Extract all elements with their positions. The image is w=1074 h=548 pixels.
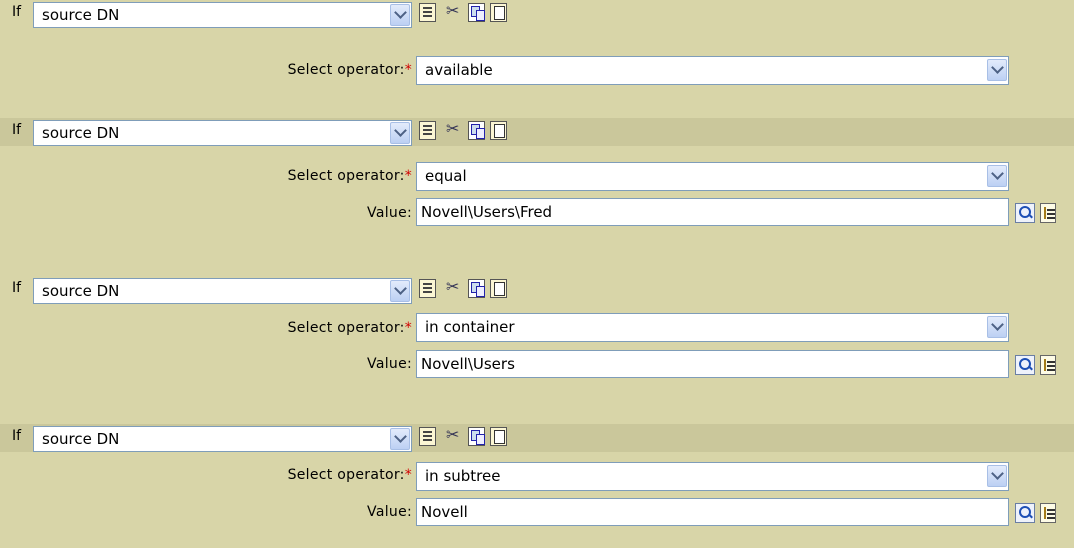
value-input-text: Novell\Users [421, 355, 515, 373]
chevron-down-icon[interactable] [390, 4, 410, 26]
cut-icon[interactable] [446, 425, 463, 446]
value-label: Value: [367, 504, 412, 520]
value-input-text: Novell [421, 503, 468, 521]
properties-icon[interactable] [419, 121, 436, 140]
properties-icon[interactable] [419, 3, 436, 22]
source-select[interactable]: source DN [33, 2, 412, 28]
operator-label: Select operator:* [287, 320, 412, 336]
chevron-down-icon[interactable] [987, 165, 1007, 187]
search-icon[interactable] [1015, 503, 1035, 523]
condition-block-2: If source DN Select operator:* equal Val… [0, 118, 1074, 266]
operator-select[interactable]: equal [416, 162, 1009, 191]
value-input[interactable]: Novell\Users\Fred [416, 198, 1009, 226]
source-select-value: source DN [42, 124, 120, 142]
browse-tree-icon[interactable] [1040, 203, 1056, 223]
operator-select[interactable]: available [416, 56, 1009, 85]
source-select-value: source DN [42, 430, 120, 448]
condition-block-3: If source DN Select operator:* in contai… [0, 266, 1074, 406]
paste-icon[interactable] [490, 3, 507, 22]
cut-icon[interactable] [446, 277, 463, 298]
search-icon[interactable] [1015, 355, 1035, 375]
if-label: If [12, 4, 22, 20]
source-select[interactable]: source DN [33, 120, 412, 146]
paste-icon[interactable] [490, 279, 507, 298]
cut-icon[interactable] [446, 1, 463, 22]
properties-icon[interactable] [419, 279, 436, 298]
operator-select-value: available [425, 61, 493, 79]
value-input[interactable]: Novell\Users [416, 350, 1009, 378]
condition-header: If source DN [0, 0, 1074, 28]
properties-icon[interactable] [419, 427, 436, 446]
if-label: If [12, 280, 22, 296]
value-label: Value: [367, 205, 412, 221]
search-icon[interactable] [1015, 203, 1035, 223]
operator-select-value: in subtree [425, 467, 501, 485]
value-input-text: Novell\Users\Fred [421, 203, 553, 221]
value-input[interactable]: Novell [416, 498, 1009, 526]
condition-block-1: If source DN Select operator:* available [0, 0, 1074, 118]
source-select[interactable]: source DN [33, 278, 412, 304]
paste-icon[interactable] [490, 121, 507, 140]
source-select[interactable]: source DN [33, 426, 412, 452]
source-select-value: source DN [42, 6, 120, 24]
condition-header: If source DN [0, 118, 1074, 146]
operator-label: Select operator:* [287, 467, 412, 483]
chevron-down-icon[interactable] [390, 428, 410, 450]
copy-icon[interactable] [468, 121, 485, 140]
operator-label: Select operator:* [287, 62, 412, 78]
chevron-down-icon[interactable] [390, 122, 410, 144]
condition-header: If source DN [0, 424, 1074, 452]
value-label: Value: [367, 356, 412, 372]
operator-select-value: in container [425, 318, 515, 336]
source-select-value: source DN [42, 282, 120, 300]
chevron-down-icon[interactable] [987, 59, 1007, 81]
chevron-down-icon[interactable] [390, 280, 410, 302]
paste-icon[interactable] [490, 427, 507, 446]
condition-header: If source DN [0, 276, 1074, 304]
operator-select-value: equal [425, 167, 467, 185]
chevron-down-icon[interactable] [987, 316, 1007, 338]
chevron-down-icon[interactable] [987, 465, 1007, 487]
if-label: If [12, 428, 22, 444]
operator-label: Select operator:* [287, 168, 412, 184]
copy-icon[interactable] [468, 427, 485, 446]
cut-icon[interactable] [446, 119, 463, 140]
operator-select[interactable]: in subtree [416, 462, 1009, 491]
condition-block-4: If source DN Select operator:* in subtre… [0, 406, 1074, 548]
browse-tree-icon[interactable] [1040, 503, 1056, 523]
operator-select[interactable]: in container [416, 313, 1009, 342]
if-label: If [12, 122, 22, 138]
browse-tree-icon[interactable] [1040, 355, 1056, 375]
copy-icon[interactable] [468, 279, 485, 298]
copy-icon[interactable] [468, 3, 485, 22]
